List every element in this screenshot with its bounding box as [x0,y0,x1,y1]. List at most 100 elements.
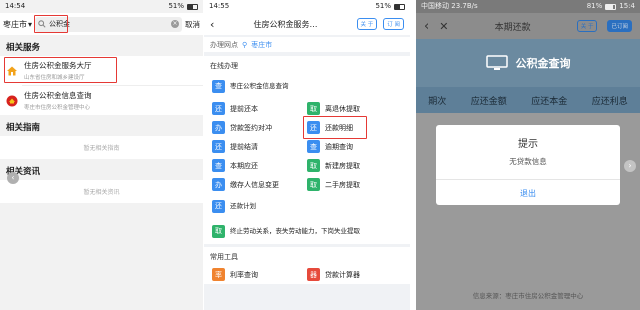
status-bar: 14:54 51% [0,0,203,13]
section-news: 相关资讯 [6,167,41,177]
battery-icon [605,3,617,10]
status-bar: 14:55 51% [204,0,410,13]
clear-icon[interactable]: × [171,20,179,28]
highlight-box [303,116,367,139]
empty-news: 暂无相关资讯 [0,180,203,203]
service-badge-icon: 还 [212,200,225,213]
subscribe-button[interactable]: 订 阅 [383,18,404,30]
service-label: 终止劳动关系，丧失劳动能力，下岗失业提取 [230,227,360,235]
column-header: 应还金额 [470,96,507,107]
follow-button[interactable]: 关 于 [576,20,598,32]
dialog-title: 提示 [518,139,538,150]
tool-item[interactable]: 率利率查询 [212,265,307,284]
back-icon[interactable]: ‹ [424,19,429,34]
dialog-message: 无贷款信息 [509,157,547,166]
service-item-hall[interactable]: 住房公积金服务大厅 山东省住房和城乡建设厅 [0,56,203,85]
battery-icon [187,3,198,10]
service-title: 住房公积金信息查询 [24,91,92,100]
page-title: 本期还款 [494,22,531,33]
service-grid: 查枣庄公积金信息查询还提前还本取离退休提取办贷款签约对冲还还款明细还提前结清查逾… [204,74,410,244]
back-icon[interactable]: ‹ [210,18,214,31]
highlight-box [34,14,69,33]
service-item[interactable]: 还还款计划 [212,194,402,219]
service-item[interactable]: 还还款明细 [303,116,402,139]
close-icon[interactable]: ✕ [439,20,448,33]
service-label: 利率查询 [230,270,258,279]
service-label: 本期应还 [230,161,258,170]
service-label: 提前结清 [230,142,258,151]
service-badge-icon: 取 [307,159,320,172]
online-panel: 在线办理 查枣庄公积金信息查询还提前还本取离退休提取办贷款签约对冲还还款明细还提… [204,56,410,244]
caret-down-icon: ▾ [28,19,33,29]
cancel-button[interactable]: 取消 [185,19,200,30]
service-badge-icon: 率 [212,268,225,281]
service-badge-icon: 查 [212,159,225,172]
table-header: 期次 应还金额 应还本金 应还利息 [416,87,640,113]
service-badge-icon: 还 [212,102,225,115]
chevron-left-icon[interactable]: ‹ [7,172,19,184]
service-item[interactable]: 查本期应还 [212,156,307,175]
service-label: 逾期查询 [325,142,353,151]
service-badge-icon: 取 [307,102,320,115]
exit-button[interactable]: 退出 [436,179,620,199]
battery-label: 51% [375,2,391,10]
subscribe-button[interactable]: 已订阅 [607,20,632,32]
service-item[interactable]: 办贷款签约对冲 [212,118,307,137]
search-screen: 14:54 51% 枣庄市 ▾ 公积金 × 取消 相关服务 住房公积金服务大厅 … [0,0,203,310]
service-badge-icon: 查 [307,140,320,153]
network-row[interactable]: 办理网点 ⚲ 枣庄市 [204,37,410,52]
service-badge-icon: 办 [212,178,225,191]
service-item[interactable]: 还提前还本 [212,99,307,118]
follow-button[interactable]: 关 于 [356,18,378,30]
service-item[interactable]: 取二手房提取 [307,175,402,194]
service-label: 新建房提取 [325,161,360,170]
service-badge-icon: 办 [212,121,225,134]
service-label: 离退休提取 [325,104,360,113]
service-item[interactable]: 取新建房提取 [307,156,402,175]
column-header: 应还本金 [531,96,568,107]
alert-dialog: 提示 无贷款信息 退出 [436,125,620,205]
highlight-box [4,57,117,83]
status-carrier: 中国移动 23.7B/s [421,2,478,10]
banner: 公积金查询 [416,39,640,87]
tools-title: 常用工具 [210,253,238,261]
city-selector[interactable]: 枣庄市 ▾ [3,19,32,30]
service-label: 还款计划 [230,202,256,210]
service-item[interactable]: 查枣庄公积金信息查询 [212,74,402,99]
tool-item[interactable]: 器贷款计算器 [307,265,402,284]
emblem-icon [6,95,18,106]
service-item[interactable]: 取终止劳动关系，丧失劳动能力，下岗失业提取 [212,219,402,244]
service-label: 贷款计算器 [325,270,360,279]
online-title: 在线办理 [210,62,238,70]
service-hall-screen: 14:55 51% ‹ 住房公积金服务… 关 于 订 阅 办理网点 ⚲ 枣庄市 … [204,0,410,310]
empty-guide: 暂无相关指南 [0,136,203,159]
location-pin-icon: ⚲ [242,40,248,49]
tools-grid: 率利率查询器贷款计算器 [204,265,410,284]
monitor-icon [485,55,508,70]
search-input[interactable]: 公积金 × [34,14,182,33]
tools-panel: 常用工具 率利率查询器贷款计算器 [204,247,410,284]
source-footer: 信息来源：枣庄市住房公积金管理中心 [472,292,584,300]
service-item[interactable]: 办缴存人信息变更 [212,175,307,194]
network-label: 办理网点 [210,40,238,49]
nav-bar: ‹ 住房公积金服务… 关 于 订 阅 [204,13,410,35]
banner-title: 公积金查询 [515,57,571,70]
battery-label: 51% [168,2,184,10]
chevron-right-icon[interactable]: › [624,160,636,172]
repayment-screen: 中国移动 23.7B/s 81% 15:4 ‹ ✕ 本期还款 关 于 已订阅 公积… [416,0,640,310]
service-item-query[interactable]: 住房公积金信息查询 枣庄市住房公积金管理中心 [0,86,203,115]
status-time: 14:54 [5,2,26,10]
search-bar: 枣庄市 ▾ 公积金 × 取消 [0,13,203,35]
service-badge-icon: 取 [212,225,225,238]
battery-label: 81% [586,2,603,10]
service-label: 提前还本 [230,104,258,113]
service-label: 枣庄公积金信息查询 [230,82,289,90]
service-badge-icon: 查 [212,80,225,93]
service-item[interactable]: 查逾期查询 [307,137,402,156]
service-subtitle: 枣庄市住房公积金管理中心 [24,105,91,111]
battery-icon [394,3,405,10]
service-badge-icon: 取 [307,178,320,191]
service-item[interactable]: 还提前结清 [212,137,307,156]
service-label: 缴存人信息变更 [230,180,279,189]
column-header: 期次 [428,96,447,107]
